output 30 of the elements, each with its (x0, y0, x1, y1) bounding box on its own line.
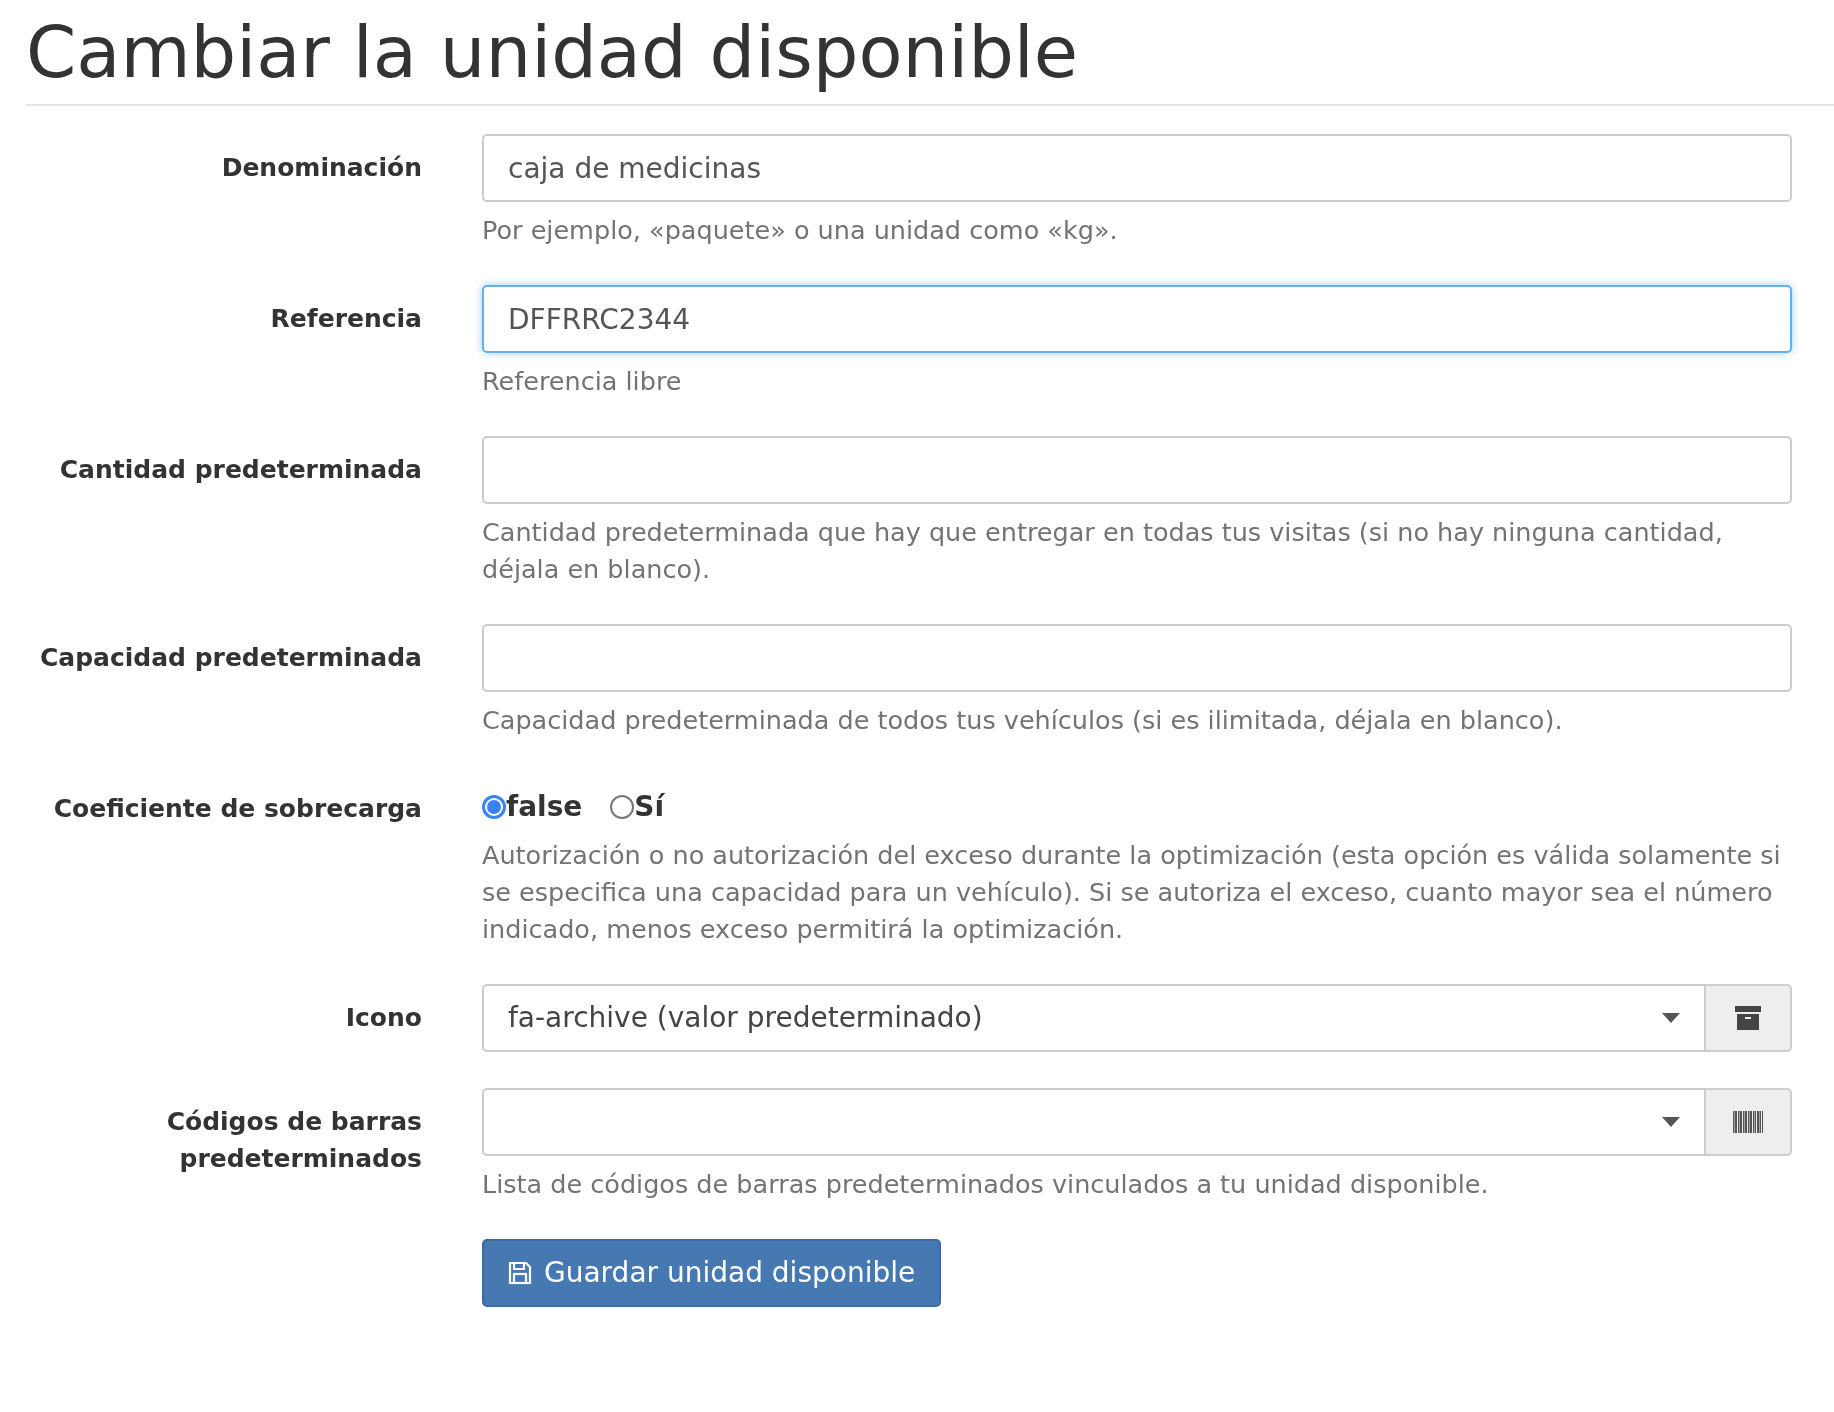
radio-button[interactable] (482, 795, 506, 819)
field-label: Icono (345, 1002, 422, 1034)
text-input[interactable] (482, 624, 1792, 692)
save-button[interactable]: Guardar unidad disponible (482, 1239, 942, 1307)
radio-button[interactable] (610, 795, 635, 819)
field-label: Cantidad predeterminada (59, 454, 422, 486)
radio-label: false (506, 789, 583, 825)
select-value: fa-archive (valor predeterminado) (508, 1000, 983, 1036)
help-text: Por ejemplo, «paquete» o una unidad como «kg». (482, 214, 1119, 247)
radio-label: Sí (634, 789, 665, 825)
caret-icon (1662, 1117, 1680, 1127)
select-dropdown[interactable]: fa-archive (valor predeterminado) (482, 984, 1706, 1052)
field-label: Referencia (270, 303, 422, 335)
help-text: Lista de códigos de barras predeterminados vinculados a tu unidad disponible. (482, 1168, 1490, 1201)
field-label: Códigos de barras predeterminados (165, 1106, 422, 1175)
barcode-icon (1733, 1111, 1763, 1133)
field-label: Denominación (221, 152, 422, 184)
select-dropdown[interactable] (482, 1088, 1706, 1156)
help-text: Referencia libre (482, 365, 683, 398)
text-input[interactable]: DFFRRC2344 (482, 285, 1792, 353)
page-title: Cambiar la unidad disponible (26, 9, 1080, 96)
caret-icon (1662, 1013, 1680, 1023)
help-text: Cantidad predeterminada que hay que entregar en todas tus visitas (si no hay ninguna cantidad, déjala en blanco). (482, 516, 1724, 586)
archive-icon (1735, 1006, 1761, 1030)
text-input[interactable]: caja de medicinas (482, 134, 1792, 202)
help-text: Autorización o no autorización del exceso durante la optimización (esta opción es válida solamente si se especifica una capacidad para un vehículo). Si se autoriza el exceso, cuanto mayor sea el número indicado, menos exceso permitirá la optimización. (482, 839, 1782, 946)
field-label: Capacidad predeterminada (39, 642, 422, 674)
field-label: Coeficiente de sobrecarga (53, 793, 422, 825)
text-input[interactable] (482, 436, 1792, 504)
help-text: Capacidad predeterminada de todos tus vehículos (si es ilimitada, déjala en blanco). (482, 704, 1564, 737)
